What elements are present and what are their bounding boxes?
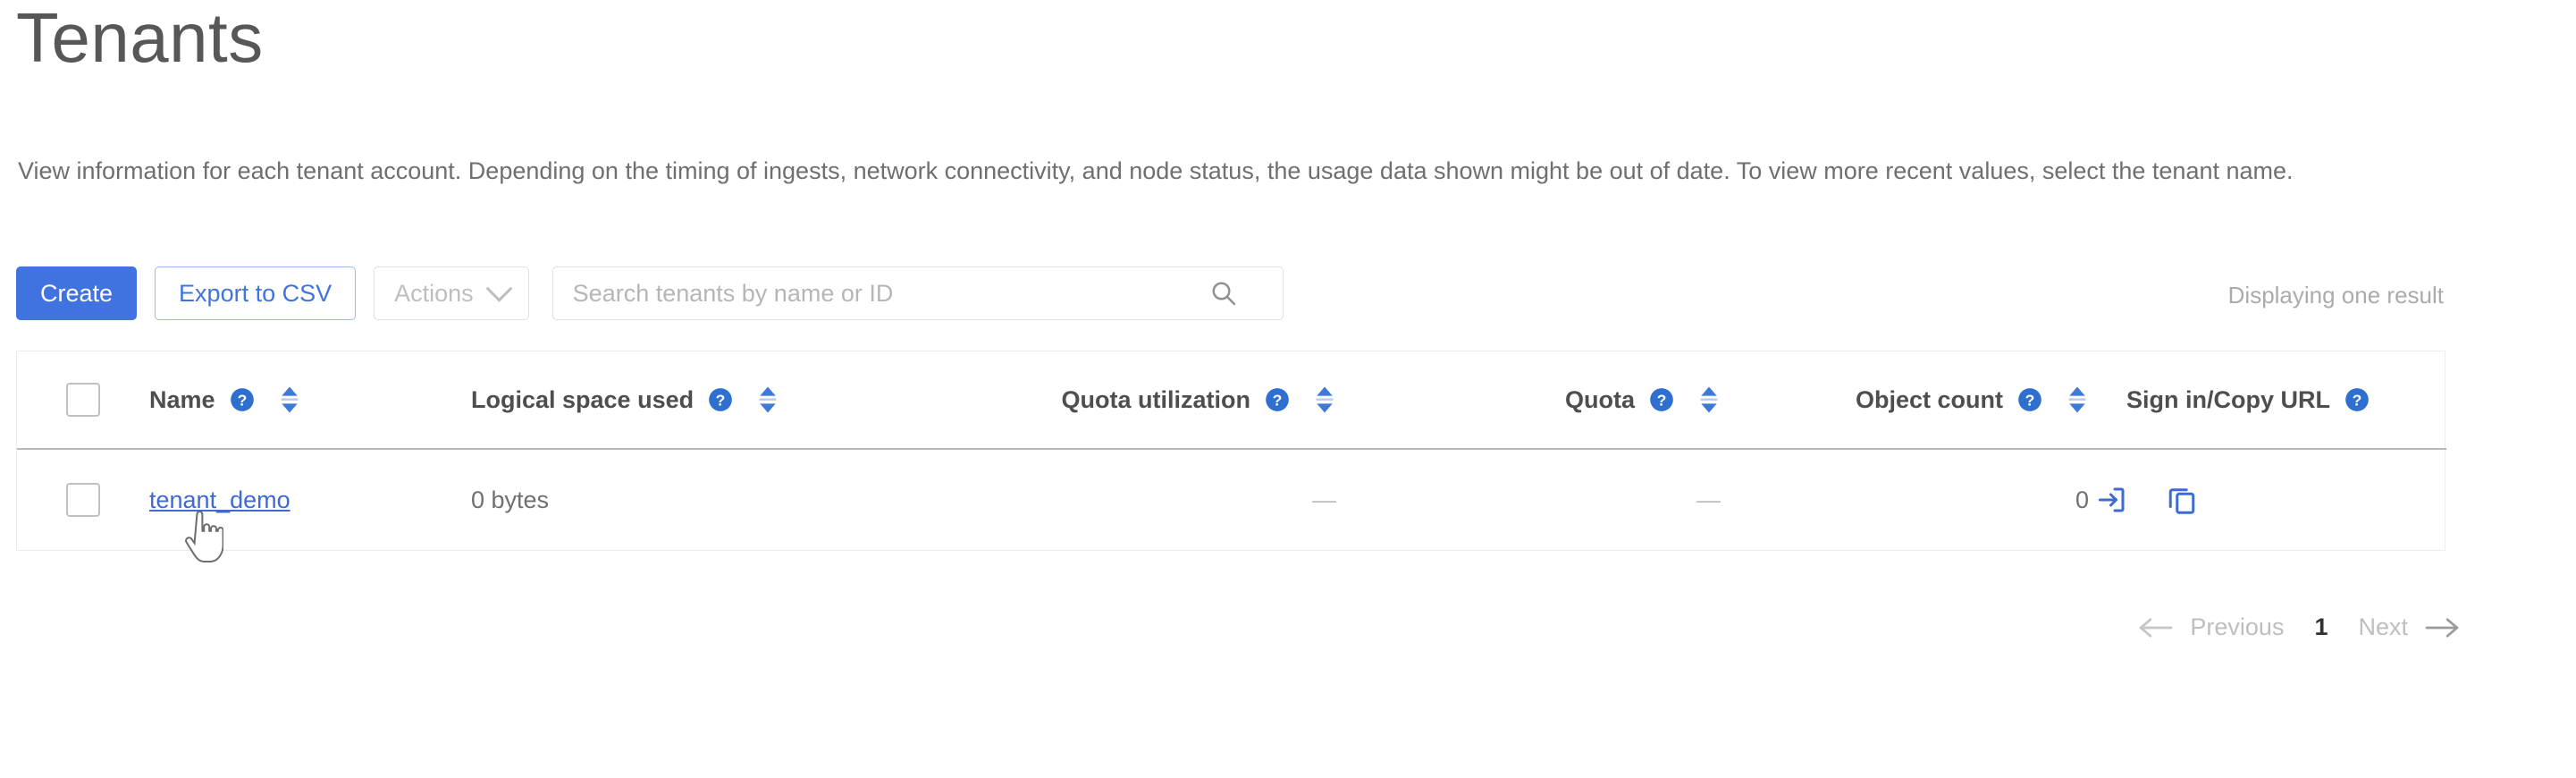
page-title: Tenants [16, 0, 264, 77]
quota-value: — [1696, 486, 1721, 513]
cell-name: tenant_demo [149, 449, 471, 550]
svg-text:?: ? [716, 391, 726, 409]
column-header-name-label: Name [149, 385, 215, 413]
svg-text:?: ? [2025, 391, 2035, 409]
cell-sign-in-copy-url [2089, 449, 2446, 550]
pagination: Previous 1 Next [2138, 613, 2460, 641]
column-header-name[interactable]: Name ? [149, 351, 471, 449]
table-header: Name ? Logical space used ? Quota utiliz… [17, 351, 2446, 449]
export-to-csv-button[interactable]: Export to CSV [155, 266, 357, 320]
svg-text:?: ? [1657, 391, 1667, 409]
arrow-right-icon[interactable] [2424, 616, 2460, 639]
quota-utilization-value: — [1312, 486, 1336, 513]
column-header-object-count[interactable]: Object count ? [1721, 351, 2089, 449]
column-header-object-count-label: Object count [1855, 385, 2003, 413]
create-button-label: Create [40, 280, 114, 307]
column-header-sign-in-copy-url: Sign in/Copy URL ? [2089, 351, 2446, 449]
search-input[interactable] [551, 266, 1284, 320]
row-select-cell [17, 449, 149, 550]
column-header-quota-utilization-label: Quota utilization [1061, 385, 1250, 413]
pagination-current-page[interactable]: 1 [2314, 613, 2328, 641]
column-header-sign-in-copy-url-label: Sign in/Copy URL [2126, 385, 2330, 413]
column-header-logical-space-used[interactable]: Logical space used ? [471, 351, 961, 449]
select-all-header-cell [17, 351, 149, 449]
sort-toggle-icon[interactable] [1313, 385, 1336, 414]
sort-toggle-icon[interactable] [756, 385, 779, 414]
page-description: View information for each tenant account… [18, 157, 2294, 184]
tenants-table: Name ? Logical space used ? Quota utiliz… [17, 351, 2446, 550]
cell-object-count: 0 [1721, 449, 2089, 550]
chevron-down-icon [485, 275, 513, 302]
arrow-left-icon[interactable] [2138, 616, 2174, 639]
column-header-quota-utilization[interactable]: Quota utilization ? [961, 351, 1336, 449]
row-checkbox[interactable] [66, 483, 100, 517]
help-circle-icon[interactable]: ? [1265, 387, 1290, 412]
help-circle-icon[interactable]: ? [1649, 387, 1674, 412]
table-header-row: Name ? Logical space used ? Quota utiliz… [17, 351, 2446, 449]
help-circle-icon[interactable]: ? [2017, 387, 2042, 412]
cell-logical-space-used: 0 bytes [471, 486, 550, 513]
cell-quota-utilization: — [961, 449, 1336, 550]
column-header-quota-label: Quota [1565, 385, 1635, 413]
column-header-logical-space-used-label: Logical space used [471, 385, 695, 413]
cell-quota: — [1336, 449, 1721, 550]
toolbar: Create Export to CSV Actions [16, 266, 1284, 320]
pagination-next-button[interactable]: Next [2358, 613, 2408, 641]
tenant-name-link[interactable]: tenant_demo [149, 486, 290, 513]
tenants-page: Tenants View information for each tenant… [0, 0, 2576, 778]
svg-text:?: ? [1273, 391, 1283, 409]
help-circle-icon[interactable]: ? [708, 387, 733, 412]
table-row: tenant_demo 0 bytes — — 0 [17, 449, 2446, 550]
svg-text:?: ? [237, 391, 247, 409]
actions-dropdown-button[interactable]: Actions [374, 266, 529, 320]
pagination-previous-button[interactable]: Previous [2190, 613, 2284, 641]
table-body: tenant_demo 0 bytes — — 0 [17, 449, 2446, 550]
copy-icon[interactable] [2166, 484, 2198, 516]
export-to-csv-button-label: Export to CSV [179, 280, 333, 307]
sort-toggle-icon[interactable] [1697, 385, 1721, 414]
sign-in-icon[interactable] [2096, 484, 2128, 516]
column-header-quota[interactable]: Quota ? [1336, 351, 1721, 449]
sort-toggle-icon[interactable] [278, 385, 301, 414]
tenants-table-container: Name ? Logical space used ? Quota utiliz… [16, 351, 2446, 551]
create-button[interactable]: Create [16, 266, 138, 320]
search-container [551, 266, 1284, 320]
help-circle-icon[interactable]: ? [230, 387, 255, 412]
actions-dropdown-label: Actions [394, 280, 474, 307]
object-count-value: 0 [2075, 486, 2089, 513]
svg-text:?: ? [2353, 391, 2362, 409]
result-count-label: Displaying one result [2227, 282, 2444, 309]
sort-toggle-icon[interactable] [2066, 385, 2089, 414]
select-all-checkbox[interactable] [66, 383, 100, 417]
help-circle-icon[interactable]: ? [2344, 387, 2370, 412]
